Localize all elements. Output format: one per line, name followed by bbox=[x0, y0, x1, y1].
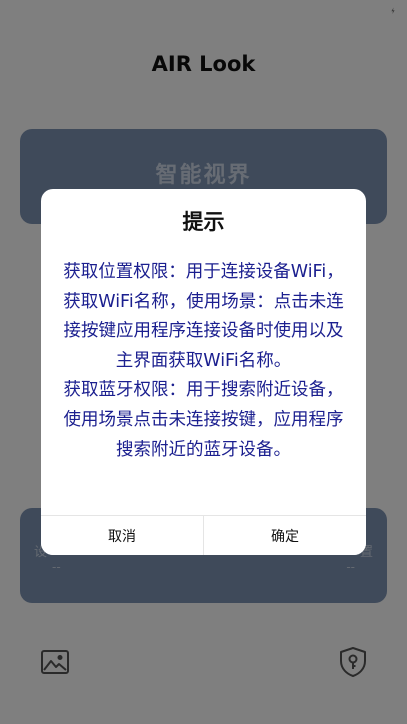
dialog-actions: 取消 确定 bbox=[41, 515, 366, 555]
permission-dialog: 提示 获取位置权限：用于连接设备WiFi，获取WiFi名称，使用场景：点击未连接… bbox=[41, 189, 366, 555]
location-permission-text: 获取位置权限：用于连接设备WiFi，获取WiFi名称，使用场景：点击未连接按键应… bbox=[63, 262, 344, 371]
bluetooth-permission-text: 获取蓝牙权限：用于搜索附近设备，使用场景点击未连接按键，应用程序搜索附近的蓝牙设… bbox=[63, 380, 344, 460]
dialog-message: 获取位置权限：用于连接设备WiFi，获取WiFi名称，使用场景：点击未连接按键应… bbox=[59, 258, 348, 465]
dialog-title: 提示 bbox=[182, 210, 225, 234]
confirm-button[interactable]: 确定 bbox=[203, 516, 366, 555]
cancel-button[interactable]: 取消 bbox=[41, 516, 203, 555]
